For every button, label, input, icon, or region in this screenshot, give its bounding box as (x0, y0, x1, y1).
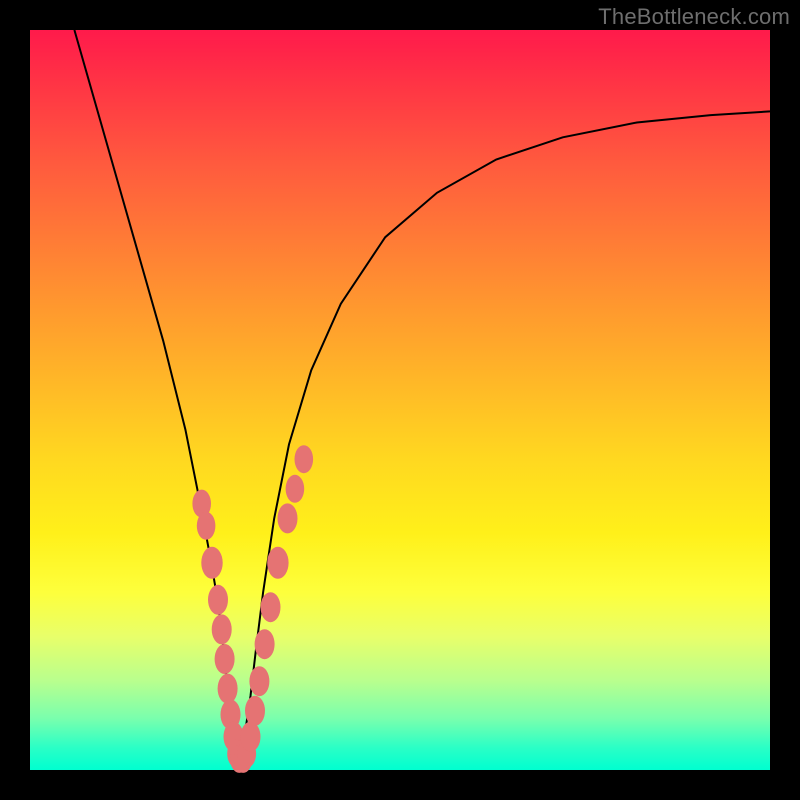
marker-layer (192, 445, 313, 773)
data-marker (218, 674, 238, 704)
data-marker (197, 512, 216, 540)
data-marker (295, 445, 314, 473)
plot-area (30, 30, 770, 770)
data-marker (245, 696, 265, 726)
data-marker (208, 585, 228, 615)
data-marker (278, 503, 298, 533)
data-marker (241, 722, 261, 752)
watermark-text: TheBottleneck.com (598, 4, 790, 30)
chart-svg (30, 30, 770, 770)
chart-frame: TheBottleneck.com (0, 0, 800, 800)
data-marker (255, 629, 275, 659)
bottleneck-curve (74, 30, 770, 759)
data-marker (267, 547, 288, 579)
data-marker (261, 592, 281, 622)
data-marker (215, 644, 235, 674)
data-marker (249, 666, 269, 696)
data-marker (286, 475, 305, 503)
data-marker (201, 547, 222, 579)
data-marker (212, 614, 232, 644)
